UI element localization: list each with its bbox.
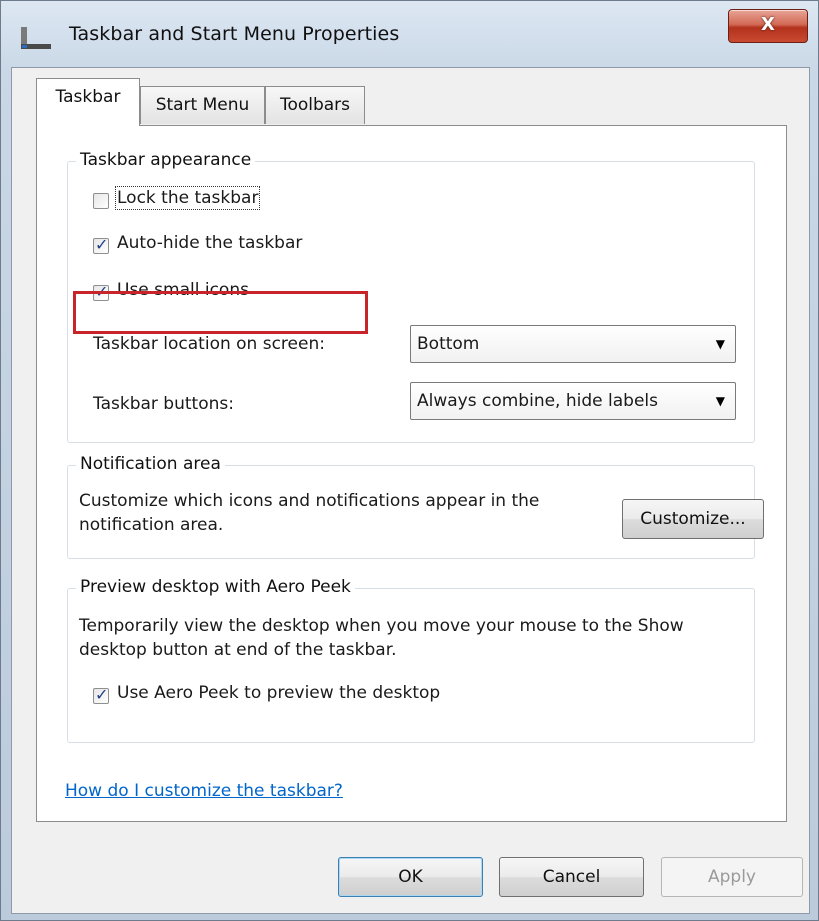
tab-toolbars[interactable]: Toolbars xyxy=(265,86,365,124)
tab-start-menu[interactable]: Start Menu xyxy=(140,86,265,124)
apply-button[interactable]: Apply xyxy=(661,857,803,897)
taskbar-buttons-label: Taskbar buttons: xyxy=(93,394,234,414)
tab-toolbars-label: Toolbars xyxy=(279,95,351,115)
taskbar-location-value: Bottom xyxy=(417,334,480,354)
tab-page-taskbar: Taskbar appearance Lock the taskbar ✓ Au… xyxy=(36,125,787,822)
taskbar-buttons-select[interactable]: Always combine, hide labels ▼ xyxy=(410,382,736,420)
checkmark-icon: ✓ xyxy=(95,685,109,704)
cancel-button-label: Cancel xyxy=(542,867,601,887)
dropdown-arrow-icon: ▼ xyxy=(715,394,725,408)
aero-peek-label[interactable]: Use Aero Peek to preview the desktop xyxy=(117,683,440,703)
checkmark-icon: ✓ xyxy=(95,235,109,254)
dialog-client-area: Taskbar Start Menu Toolbars Taskbar appe… xyxy=(11,67,810,914)
taskbar-app-icon xyxy=(21,27,51,49)
taskbar-buttons-value: Always combine, hide labels xyxy=(417,391,658,411)
ok-button-label: OK xyxy=(398,867,423,887)
customize-button-label: Customize... xyxy=(640,509,746,529)
notification-description: Customize which icons and notifications … xyxy=(79,491,540,535)
auto-hide-label[interactable]: Auto-hide the taskbar xyxy=(117,233,302,253)
aero-peek-checkbox[interactable]: ✓ xyxy=(93,685,109,704)
taskbar-location-select[interactable]: Bottom ▼ xyxy=(410,325,736,363)
aero-peek-group: Preview desktop with Aero Peek xyxy=(67,577,755,743)
dialog-window: Taskbar and Start Menu Properties X Task… xyxy=(0,0,819,921)
aero-peek-legend: Preview desktop with Aero Peek xyxy=(76,577,355,597)
dropdown-arrow-icon: ▼ xyxy=(715,337,725,351)
help-link[interactable]: How do I customize the taskbar? xyxy=(65,781,343,801)
auto-hide-highlight-box xyxy=(73,291,368,334)
close-button[interactable]: X xyxy=(728,9,808,43)
customize-button[interactable]: Customize... xyxy=(622,499,764,539)
tab-taskbar[interactable]: Taskbar xyxy=(36,78,140,126)
close-icon: X xyxy=(761,14,775,35)
cancel-button[interactable]: Cancel xyxy=(499,857,644,897)
aero-peek-description: Temporarily view the desktop when you mo… xyxy=(79,616,684,660)
window-title: Taskbar and Start Menu Properties xyxy=(69,23,400,45)
taskbar-location-label: Taskbar location on screen: xyxy=(93,334,325,354)
tab-taskbar-label: Taskbar xyxy=(55,87,121,107)
taskbar-appearance-legend: Taskbar appearance xyxy=(76,150,256,170)
auto-hide-checkbox[interactable]: ✓ xyxy=(93,235,109,254)
title-bar[interactable]: Taskbar and Start Menu Properties X xyxy=(1,1,819,67)
lock-taskbar-checkbox[interactable] xyxy=(93,193,109,209)
lock-taskbar-label[interactable]: Lock the taskbar xyxy=(114,186,261,210)
notification-area-legend: Notification area xyxy=(76,454,225,474)
apply-button-label: Apply xyxy=(708,867,756,887)
tab-start-menu-label: Start Menu xyxy=(155,95,250,115)
ok-button[interactable]: OK xyxy=(338,857,483,897)
